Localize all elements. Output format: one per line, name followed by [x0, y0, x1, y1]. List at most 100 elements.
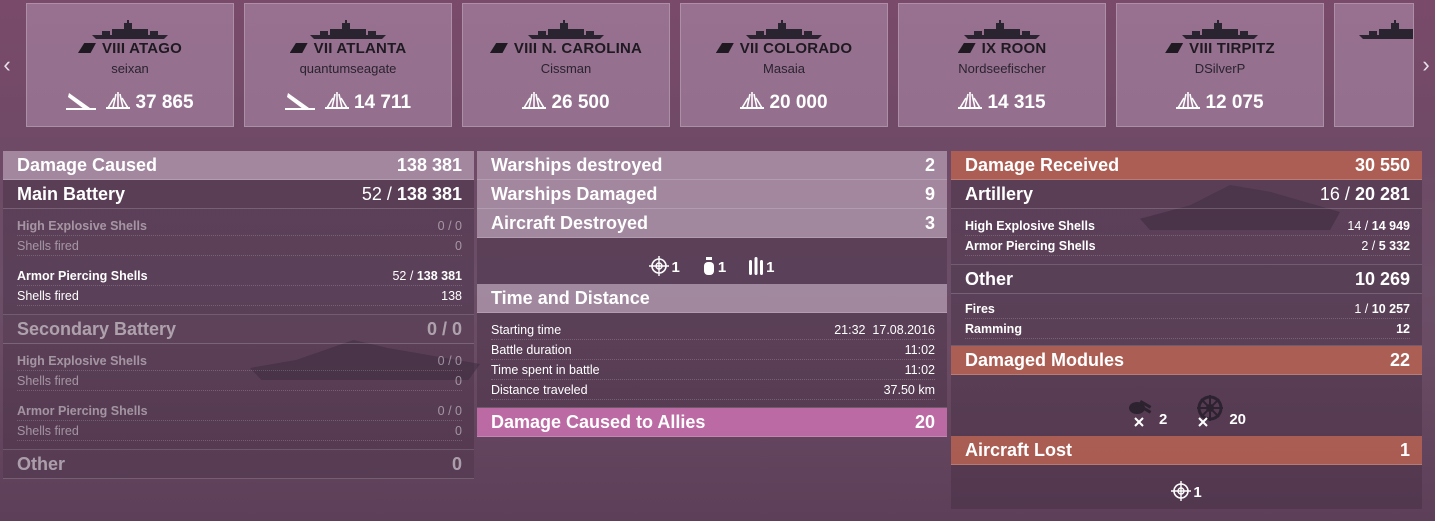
ship-stats: 12 075 — [1117, 90, 1323, 116]
ship-card[interactable]: VIII ATAGO seixan 37 865 — [26, 3, 234, 127]
ship-silhouette-icon — [526, 20, 606, 40]
player-name: Nordseefischer — [958, 61, 1046, 76]
main-battery-hits: 52 / — [361, 183, 392, 204]
aircraft-destroyed-icons: 1 1 1 — [477, 238, 947, 284]
warships-damaged-value: 9 — [924, 183, 935, 204]
secondary-battery-label: Secondary Battery — [17, 318, 177, 339]
ship-damage-value: 26 500 — [551, 92, 610, 113]
sb-he-label: High Explosive Shells — [17, 353, 147, 368]
scroll-right-button[interactable]: › — [1419, 52, 1433, 78]
damage-icon — [522, 90, 547, 116]
artillery-hits: 16 / — [1319, 183, 1350, 204]
damage-received-total: 30 550 — [1354, 154, 1410, 175]
steering-module-count: 20 — [1229, 411, 1247, 428]
damage-icon — [106, 90, 131, 116]
ship-card[interactable]: VIII N. CAROLINA Cissman 26 500 — [462, 3, 670, 127]
time-distance-header: Time and Distance — [477, 284, 947, 313]
distance-row: Distance traveled 37.50 km — [491, 380, 935, 400]
ship-name-text: IX ROON — [981, 40, 1047, 57]
recv-he-label: High Explosive Shells — [965, 218, 1095, 233]
aircraft-lost-value: 1 — [1399, 439, 1410, 460]
damage-allies-value: 20 — [914, 411, 935, 432]
crosshair-icon — [1171, 481, 1192, 501]
ship-silhouette-icon — [962, 20, 1042, 40]
player-name: Masaia — [763, 61, 805, 76]
ship-class-icon — [289, 43, 308, 53]
secondary-battery-details: High Explosive Shells 0 / 0 Shells fired 0… — [3, 344, 474, 450]
ship-class-icon — [957, 43, 976, 53]
ship-card[interactable]: VII COLORADO Masaia 20 000 — [680, 3, 888, 127]
ship-damage: 37 865 — [106, 90, 194, 116]
ship-card[interactable]: VII ATLANTA quantumseagate 14 711 — [244, 3, 452, 127]
damage-icon — [958, 90, 983, 116]
damaged-modules-header: Damaged Modules 22 — [951, 346, 1422, 375]
gun-module-icon — [1128, 400, 1152, 427]
damaged-modules-label: Damaged Modules — [965, 349, 1125, 370]
fighter-lost: 1 — [1171, 481, 1202, 501]
time-spent-row: Time spent in battle 11:02 — [491, 360, 935, 380]
ship-damage: 26 500 — [522, 90, 610, 116]
other-caused-value: 0 — [451, 453, 462, 474]
ship-damage-value: 37 865 — [135, 92, 194, 113]
ship-stats: 26 500 — [463, 90, 669, 116]
ship-name: VII ATLANTA — [245, 40, 451, 57]
recv-he-damage: 14 949 — [1371, 218, 1410, 233]
ship-name-text: VIII ATAGO — [101, 40, 183, 57]
mb-ap-fired-row: Shells fired 138 — [17, 286, 462, 306]
damage-received-header: Damage Received 30 550 — [951, 151, 1422, 180]
artillery-header: Artillery 16 / 20 281 — [951, 180, 1422, 209]
warships-destroyed-value: 2 — [924, 154, 935, 175]
artillery-label: Artillery — [965, 183, 1034, 204]
time-spent-label: Time spent in battle — [491, 362, 600, 377]
recv-ap-row: Armor Piercing Shells 2 / 5 332 — [965, 236, 1410, 256]
bomb-icon — [703, 257, 714, 275]
sb-ap-row: Armor Piercing Shells 0 / 0 — [17, 401, 462, 421]
main-battery-header: Main Battery 52 / 138 381 — [3, 180, 474, 209]
sb-ap-label: Armor Piercing Shells — [17, 403, 148, 418]
recv-he-row: High Explosive Shells 14 / 14 949 — [965, 216, 1410, 236]
recv-he-hits: 14 / — [1347, 218, 1369, 233]
ship-name-text: VII COLORADO — [739, 40, 853, 57]
sb-he-fired-row: Shells fired 0 — [17, 371, 462, 391]
recv-ap-value: 2 / 5 332 — [1361, 239, 1410, 253]
sb-he-fired-value: 0 — [455, 373, 462, 388]
battle-duration-value: 11:02 — [904, 342, 935, 357]
sb-ap-fired-value: 0 — [455, 423, 462, 438]
player-name: Cissman — [540, 61, 592, 76]
damage-caused-label: Damage Caused — [17, 154, 158, 175]
other-received-details: Fires 1 / 10 257 Ramming 12 — [951, 294, 1422, 346]
ship-stats: 14 315 — [899, 90, 1105, 116]
damage-caused-total: 138 381 — [396, 154, 462, 175]
player-name: seixan — [111, 61, 149, 76]
ship-silhouette-icon — [744, 20, 824, 40]
damage-allies-label: Damage Caused to Allies — [491, 411, 706, 432]
ship-card[interactable]: VIII TIRPITZ DSilverP 12 075 — [1116, 3, 1324, 127]
ship-card[interactable]: IX ROON Nordseefischer 14 315 — [898, 3, 1106, 127]
ship-damage: 14 315 — [958, 90, 1046, 116]
warships-damaged-row: Warships Damaged 9 — [477, 180, 947, 209]
scroll-left-button[interactable]: ‹ — [0, 52, 14, 78]
ship-card-partial[interactable] — [1334, 3, 1414, 127]
battle-duration-row: Battle duration 11:02 — [491, 340, 935, 360]
artillery-value: 16 / 20 281 — [1320, 184, 1410, 205]
secondary-battery-header: Secondary Battery 0 / 0 — [3, 315, 474, 344]
fighter-kill: 1 — [649, 256, 680, 276]
ship-silhouette-icon — [1357, 20, 1413, 40]
ship-class-icon — [715, 43, 734, 53]
mb-he-value: 0 / 0 — [437, 218, 462, 233]
artillery-damage: 20 281 — [1354, 183, 1410, 204]
mb-ap-value: 52 / 138 381 — [392, 269, 462, 283]
sb-he-fired-label: Shells fired — [17, 373, 79, 388]
damage-received-panel: Damage Received 30 550 Artillery 16 / 20… — [951, 151, 1422, 509]
mb-ap-label: Armor Piercing Shells — [17, 268, 148, 283]
ship-name-text: VIII TIRPITZ — [1189, 40, 1275, 57]
ship-name: VIII N. CAROLINA — [463, 40, 669, 57]
ship-name: VIII TIRPITZ — [1117, 40, 1323, 57]
other-received-header: Other 10 269 — [951, 265, 1422, 294]
destroyed-ship-icon — [66, 91, 97, 116]
sb-ap-fired-row: Shells fired 0 — [17, 421, 462, 441]
damage-icon — [740, 90, 765, 116]
sb-ap-fired-label: Shells fired — [17, 423, 79, 438]
bomber-kill: 1 — [702, 256, 726, 276]
ship-name-text: VII ATLANTA — [313, 40, 407, 57]
